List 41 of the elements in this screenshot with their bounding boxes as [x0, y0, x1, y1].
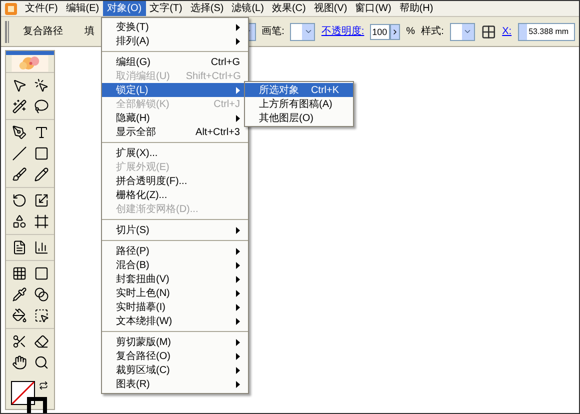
- menu-item[interactable]: 剪切蒙版(M): [102, 335, 248, 349]
- fill-label: 填: [84, 24, 94, 39]
- menu-item[interactable]: 实时描摹(I): [102, 300, 248, 314]
- menu-item[interactable]: 所选对象 Ctrl+K: [245, 83, 353, 97]
- menu-item[interactable]: 隐藏(H): [102, 111, 248, 125]
- menu-item[interactable]: 栅格化(Z)...: [102, 188, 248, 202]
- percent-label: %: [406, 25, 416, 39]
- menu-bar-item[interactable]: 编辑(E): [62, 1, 104, 16]
- menu-item[interactable]: 扩展(X)...: [102, 146, 248, 160]
- opacity-link[interactable]: 不透明度:: [321, 24, 364, 39]
- menu-bar-item[interactable]: 效果(C): [268, 1, 310, 16]
- menu-bar-item[interactable]: 帮助(H): [395, 1, 438, 16]
- menu-item[interactable]: 其他图层(O): [245, 111, 353, 125]
- menu-item[interactable]: 上方所有图稿(A): [245, 97, 353, 111]
- menu-item[interactable]: 路径(P): [102, 244, 248, 258]
- menu-bar-item[interactable]: 视图(V): [310, 1, 352, 16]
- menu-item[interactable]: 封套扭曲(V): [102, 272, 248, 286]
- menu-item[interactable]: 排列(A): [102, 34, 248, 48]
- menu-item[interactable]: 编组(G) Ctrl+G: [102, 55, 248, 69]
- menu-bar-item[interactable]: 对象(O): [103, 1, 146, 16]
- menu-item[interactable]: 显示全部 Alt+Ctrl+3: [102, 125, 248, 139]
- menu-item[interactable]: 实时上色(N): [102, 286, 248, 300]
- menu-bar-item[interactable]: 滤镜(L): [228, 1, 268, 16]
- menu-bar-item[interactable]: 文件(F): [21, 1, 62, 16]
- menu-item[interactable]: 文本绕排(W): [102, 314, 248, 328]
- menu-item[interactable]: 变换(T): [102, 20, 248, 34]
- object-type-label: 复合路径: [22, 25, 64, 39]
- opacity-field[interactable]: 100: [370, 24, 390, 40]
- menu-item[interactable]: 拼合透明度(F)...: [102, 174, 248, 188]
- menu-item[interactable]: 复合路径(O): [102, 349, 248, 363]
- x-field[interactable]: 53.388 mm: [518, 22, 576, 40]
- menu-item[interactable]: 切片(S): [102, 223, 248, 237]
- menu-item[interactable]: 混合(B): [102, 258, 248, 272]
- x-link[interactable]: X:: [502, 24, 512, 39]
- menu-item[interactable]: 图表(R): [102, 377, 248, 391]
- brush-label: 画笔:: [262, 25, 284, 39]
- style-label: 样式:: [421, 24, 444, 39]
- menu-bar-item[interactable]: 文字(T): [146, 1, 186, 16]
- menu-bar-item[interactable]: 窗口(W): [351, 1, 396, 16]
- menu-item[interactable]: 裁剪区域(C): [102, 363, 248, 377]
- menu-bar-item[interactable]: 选择(S): [186, 1, 228, 16]
